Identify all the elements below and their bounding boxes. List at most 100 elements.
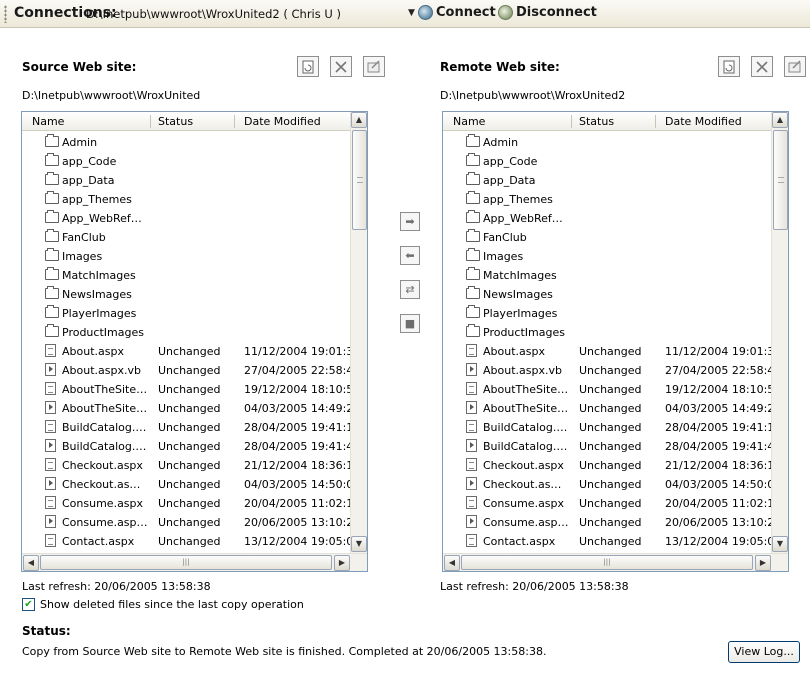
horizontal-scrollbar[interactable]: ◀ ||| ▶ — [22, 553, 367, 571]
col-status-header[interactable]: Status — [579, 115, 614, 128]
scroll-right-button[interactable]: ▶ — [755, 555, 771, 571]
horizontal-scrollbar[interactable]: ◀ ||| ▶ — [443, 553, 788, 571]
list-item[interactable]: Checkout.as… Unchanged 04/03/2005 14:50:08 — [443, 475, 771, 494]
list-item[interactable]: app_Themes — [22, 190, 350, 209]
list-item[interactable]: About.aspx Unchanged 11/12/2004 19:01:38 — [22, 342, 350, 361]
scroll-thumb[interactable] — [352, 130, 367, 230]
vertical-scrollbar[interactable]: ▲ ▼ — [350, 112, 367, 553]
col-date-header[interactable]: Date Modified — [665, 115, 742, 128]
file-status: Unchanged — [579, 459, 642, 472]
list-item[interactable]: app_Data — [443, 171, 771, 190]
scroll-thumb[interactable] — [773, 130, 788, 230]
file-date: 13/12/2004 19:05:06 — [665, 535, 771, 548]
file-name: NewsImages — [483, 288, 553, 301]
list-item[interactable]: Checkout.as… Unchanged 04/03/2005 14:50:08 — [22, 475, 350, 494]
toolbar-grip[interactable] — [4, 5, 7, 23]
scroll-down-button[interactable]: ▼ — [772, 536, 788, 552]
vertical-scrollbar[interactable]: ▲ ▼ — [771, 112, 788, 553]
list-item[interactable]: PlayerImages — [443, 304, 771, 323]
remote-refresh-button[interactable] — [718, 56, 740, 77]
list-item[interactable]: Images — [443, 247, 771, 266]
source-refresh-button[interactable] — [297, 56, 319, 77]
list-item[interactable]: ProductImages — [443, 323, 771, 342]
file-date: 20/06/2005 13:10:20 — [665, 516, 771, 529]
col-date-header[interactable]: Date Modified — [244, 115, 321, 128]
list-item[interactable]: MatchImages — [443, 266, 771, 285]
list-item[interactable]: App_WebRef… — [443, 209, 771, 228]
status-message: Copy from Source Web site to Remote Web … — [22, 645, 547, 658]
list-item[interactable]: About.aspx.vb Unchanged 27/04/2005 22:58:4… — [22, 361, 350, 380]
scroll-thumb[interactable]: ||| — [461, 555, 753, 570]
list-item[interactable]: NewsImages — [22, 285, 350, 304]
connect-button[interactable]: Connect — [418, 5, 496, 20]
list-item[interactable]: AboutTheSite… Unchanged 19/12/2004 18:10:5… — [443, 380, 771, 399]
connection-combo[interactable]: D:\Inetpub\wwwroot\WroxUnited2 ( Chris U… — [86, 5, 406, 23]
show-deleted-label[interactable]: Show deleted files since the last copy o… — [40, 598, 304, 611]
stop-button[interactable]: ■ — [400, 314, 420, 333]
list-item[interactable]: NewsImages — [443, 285, 771, 304]
scroll-down-button[interactable]: ▼ — [351, 536, 367, 552]
list-item[interactable]: app_Data — [22, 171, 350, 190]
source-edit-button[interactable] — [363, 56, 385, 77]
source-file-list[interactable]: Name Status Date Modified Admin app_Code a… — [21, 111, 368, 572]
column-divider[interactable] — [150, 115, 151, 128]
scroll-thumb[interactable]: ||| — [40, 555, 332, 570]
list-item[interactable]: Consume.asp… Unchanged 20/06/2005 13:10:20 — [22, 513, 350, 532]
list-item[interactable]: Contact.aspx Unchanged 13/12/2004 19:05:06 — [22, 532, 350, 551]
disconnect-button[interactable]: Disconnect — [498, 5, 597, 20]
file-name: app_Themes — [483, 193, 553, 206]
list-item[interactable]: Admin — [443, 133, 771, 152]
list-item[interactable]: AboutTheSite… Unchanged 04/03/2005 14:49:2… — [443, 399, 771, 418]
list-item[interactable]: app_Themes — [443, 190, 771, 209]
col-name-header[interactable]: Name — [453, 115, 485, 128]
remote-edit-button[interactable] — [784, 56, 806, 77]
view-log-button[interactable]: View Log... — [728, 641, 800, 663]
remote-delete-button[interactable] — [751, 56, 773, 77]
chevron-down-icon[interactable]: ▼ — [408, 8, 415, 18]
list-item[interactable]: MatchImages — [22, 266, 350, 285]
page-file-icon — [466, 458, 477, 471]
list-item[interactable]: About.aspx.vb Unchanged 27/04/2005 22:58:4… — [443, 361, 771, 380]
list-item[interactable]: Images — [22, 247, 350, 266]
list-item[interactable]: Admin — [22, 133, 350, 152]
remote-file-list[interactable]: Name Status Date Modified Admin app_Code a… — [442, 111, 789, 572]
show-deleted-checkbox[interactable]: ✔ — [22, 598, 35, 611]
list-item[interactable]: AboutTheSite… Unchanged 19/12/2004 18:10:5… — [22, 380, 350, 399]
list-item[interactable]: AboutTheSite… Unchanged 04/03/2005 14:49:2… — [22, 399, 350, 418]
list-item[interactable]: BuildCatalog.… Unchanged 28/04/2005 19:41:… — [443, 437, 771, 456]
list-item[interactable]: Consume.asp… Unchanged 20/06/2005 13:10:20 — [443, 513, 771, 532]
list-item[interactable]: Checkout.aspx Unchanged 21/12/2004 18:36:1… — [22, 456, 350, 475]
list-item[interactable]: BuildCatalog.… Unchanged 28/04/2005 19:41:… — [22, 418, 350, 437]
list-item[interactable]: BuildCatalog.… Unchanged 28/04/2005 19:41:… — [443, 418, 771, 437]
list-item[interactable]: About.aspx Unchanged 11/12/2004 19:01:38 — [443, 342, 771, 361]
list-item[interactable]: FanClub — [443, 228, 771, 247]
col-status-header[interactable]: Status — [158, 115, 193, 128]
list-item[interactable]: ProductImages — [22, 323, 350, 342]
list-item[interactable]: Checkout.aspx Unchanged 21/12/2004 18:36:1… — [443, 456, 771, 475]
list-item[interactable]: app_Code — [22, 152, 350, 171]
copy-to-remote-button[interactable]: ➡ — [400, 212, 420, 231]
list-item[interactable]: FanClub — [22, 228, 350, 247]
file-name: BuildCatalog.… — [62, 421, 147, 434]
list-item[interactable]: app_Code — [443, 152, 771, 171]
scroll-left-button[interactable]: ◀ — [444, 555, 460, 571]
col-name-header[interactable]: Name — [32, 115, 64, 128]
copy-to-source-button[interactable]: ⬅ — [400, 246, 420, 265]
column-divider[interactable] — [655, 115, 656, 128]
list-item[interactable]: Consume.aspx Unchanged 20/04/2005 11:02:15 — [443, 494, 771, 513]
file-status: Unchanged — [158, 478, 221, 491]
synchronize-button[interactable]: ⇄ — [400, 280, 420, 299]
list-item[interactable]: Consume.aspx Unchanged 20/04/2005 11:02:15 — [22, 494, 350, 513]
column-divider[interactable] — [571, 115, 572, 128]
arrow-right-icon: ➡ — [405, 215, 415, 228]
list-item[interactable]: PlayerImages — [22, 304, 350, 323]
scroll-right-button[interactable]: ▶ — [334, 555, 350, 571]
scroll-up-button[interactable]: ▲ — [351, 112, 367, 128]
list-item[interactable]: BuildCatalog.… Unchanged 28/04/2005 19:41:… — [22, 437, 350, 456]
scroll-up-button[interactable]: ▲ — [772, 112, 788, 128]
scroll-left-button[interactable]: ◀ — [23, 555, 39, 571]
list-item[interactable]: App_WebRef… — [22, 209, 350, 228]
column-divider[interactable] — [234, 115, 235, 128]
source-delete-button[interactable] — [330, 56, 352, 77]
list-item[interactable]: Contact.aspx Unchanged 13/12/2004 19:05:06 — [443, 532, 771, 551]
